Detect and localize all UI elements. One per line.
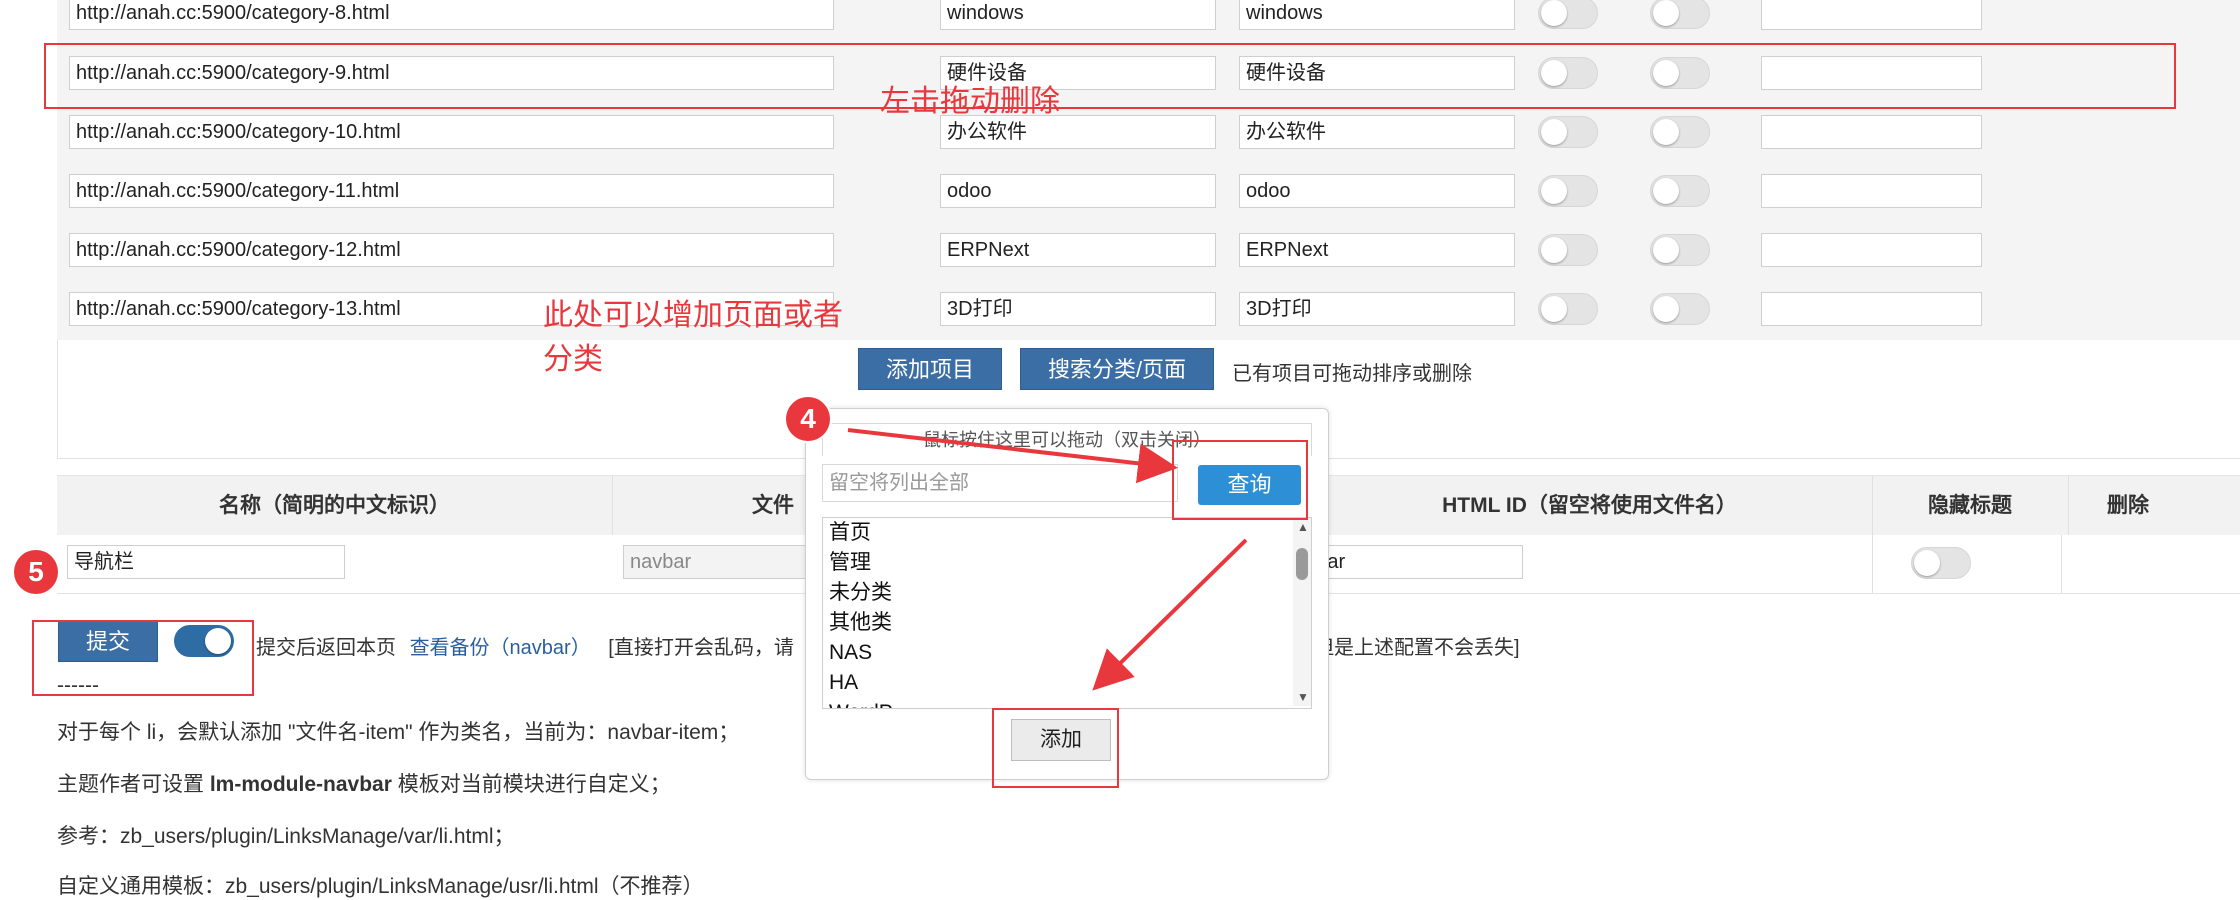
annotation-arrows: [847, 428, 1248, 691]
arrow-to-query-icon: [847, 428, 1178, 484]
arrow-to-add-icon: [1092, 538, 1248, 691]
